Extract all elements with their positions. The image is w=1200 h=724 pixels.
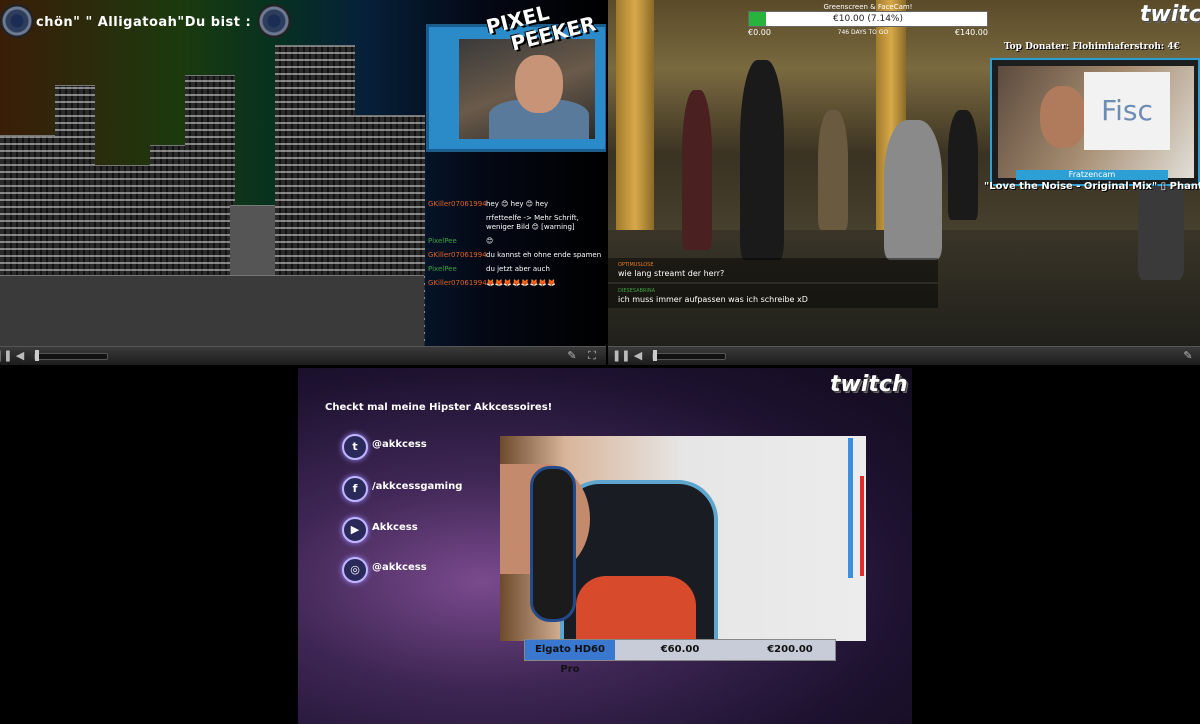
chat-row: PixelPee du jetzt aber auch: [428, 265, 550, 273]
youtube-icon: ▶: [342, 517, 368, 543]
webcam-overlay: [500, 436, 866, 648]
chat-row: rrfetteelfe -> Mehr Schrift, weniger Bil…: [486, 214, 579, 231]
player-controls: ❚❚ ◀ ✎ ⛶: [0, 346, 606, 365]
donation-goal-bar: Elgato HD60 Pro €60.00 €200.00: [524, 639, 836, 675]
fullscreen-icon[interactable]: ⛶: [584, 349, 600, 363]
volume-slider[interactable]: [34, 353, 108, 360]
top-donator-text: Top Donater: Flohimhaferstroh: 4€: [1004, 42, 1180, 52]
goal-label: Elgato HD60 Pro: [525, 640, 615, 675]
donation-goal-widget: Greenscreen & FaceCam! €10.00 (7.14%) €0…: [748, 3, 988, 37]
chat-row: GKiller07061994 du kannst eh ohne ende sp…: [428, 251, 602, 259]
instagram-icon: ◎: [342, 557, 368, 583]
pause-icon[interactable]: ❚❚: [0, 349, 12, 363]
overlay-headline: Checkt mal meine Hipster Akkcessoires!: [325, 402, 553, 413]
pause-icon[interactable]: ❚❚: [612, 349, 630, 363]
volume-icon[interactable]: ◀: [630, 349, 646, 363]
chat-row: GKiller07061994 🦊🦊🦊🦊🦊🦊🦊🦊: [428, 279, 556, 287]
twitter-icon: t: [342, 434, 368, 460]
cam-card-text: Fisc: [1084, 72, 1170, 150]
stream-player-akkcess[interactable]: twitch Checkt mal meine Hipster Akkcesso…: [298, 368, 912, 724]
settings-wrench-icon[interactable]: ✎: [1180, 349, 1196, 363]
volume-knob[interactable]: [653, 350, 657, 361]
marquee-text: chön" " Alligatoah"Du bist :: [36, 15, 252, 30]
chat-row: OPTIMUSLOSE wie lang streamt der herr?: [608, 258, 938, 282]
video-frame[interactable]: Greenscreen & FaceCam! €10.00 (7.14%) €0…: [608, 0, 1200, 346]
volume-icon[interactable]: ◀: [12, 349, 28, 363]
chat-row: GKiller07061994 hey 😊 hey 😊 hey: [428, 200, 549, 208]
speaker-left-icon: [0, 4, 34, 38]
facebook-icon: f: [342, 476, 368, 502]
twitch-logo: twitch: [1140, 2, 1200, 27]
chat-overlay: GKiller07061994 hey 😊 hey 😊 hey rrfetteel…: [424, 200, 604, 293]
stream-player-pixelpeeker[interactable]: chön" " Alligatoah"Du bist : PIXEL PEEKE…: [0, 0, 606, 366]
chat-row: DIESESABRINA ich muss immer aufpassen was…: [608, 284, 938, 308]
goal-target: €200.00: [767, 644, 813, 655]
stream-player-subway[interactable]: Greenscreen & FaceCam! €10.00 (7.14%) €0…: [608, 0, 1200, 366]
volume-slider[interactable]: [652, 353, 726, 360]
video-frame[interactable]: chön" " Alligatoah"Du bist : PIXEL PEEKE…: [0, 0, 606, 346]
chat-row: PixelPee 😊: [428, 237, 494, 245]
settings-wrench-icon[interactable]: ✎: [564, 349, 580, 363]
volume-knob[interactable]: [35, 350, 39, 361]
goal-current: €60.00: [660, 644, 700, 655]
player-controls: ❚❚ ◀ ✎: [608, 346, 1200, 365]
webcam-overlay: Fisc: [990, 58, 1200, 186]
goal-progress-bar: €10.00 (7.14%): [748, 11, 988, 27]
twitch-logo: twitch: [830, 372, 908, 397]
chat-overlay: OPTIMUSLOSE wie lang streamt der herr? DI…: [608, 258, 938, 310]
webcam-label: Fratzencam: [1016, 170, 1168, 180]
now-playing-text: "Love the Noise - Original Mix" ▯ Phanta: [984, 181, 1200, 192]
speaker-right-icon: [257, 4, 291, 38]
